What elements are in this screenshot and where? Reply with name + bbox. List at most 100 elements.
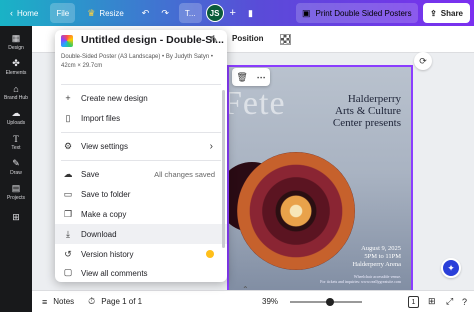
position-button[interactable]: Position <box>232 34 264 43</box>
add-collaborator-button[interactable]: + <box>224 3 242 23</box>
page-indicator[interactable]: Page 1 of 1 <box>101 297 142 306</box>
file-label: File <box>56 8 70 18</box>
plus-icon: + <box>229 7 236 19</box>
sidebar-item-label: Uploads <box>6 120 26 126</box>
page-count: 1 <box>411 298 416 306</box>
folder-icon: ▭ <box>63 188 73 199</box>
menu-item-label: Download <box>81 229 117 239</box>
apps-icon: ⊞ <box>12 212 20 222</box>
menu-item-make-a-copy[interactable]: ❐ Make a copy <box>55 204 227 224</box>
premium-crown-icon <box>206 250 214 258</box>
share-button[interactable]: ⇪ Share <box>423 3 470 23</box>
design-icon: ▦ <box>11 33 21 43</box>
design-title[interactable]: Untitled design - Double-Si... <box>81 34 224 46</box>
sidebar-item-uploads[interactable]: ☁ Uploads <box>0 105 32 130</box>
design-details: Double-Sided Poster (A3 Landscape) • By … <box>61 54 213 69</box>
import-file-icon: ▯ <box>65 112 71 123</box>
resize-label: Resize <box>99 8 124 18</box>
timer-icon[interactable]: ⏱ <box>88 296 95 307</box>
sidebar-item-label: Elements <box>5 70 27 76</box>
avatar-initials: JS <box>209 8 220 18</box>
menu-item-view-all-comments[interactable]: ▢ View all comments <box>55 264 227 278</box>
menu-item-save-to-folder[interactable]: ▭ Save to folder <box>55 184 227 204</box>
transparency-icon[interactable] <box>280 34 291 45</box>
undo-icon: ↶ <box>141 7 150 18</box>
sidebar-item-elements[interactable]: ✤ Elements <box>0 55 32 80</box>
zoom-percent[interactable]: 39% <box>262 297 278 306</box>
pencil-icon[interactable]: ✎ <box>210 35 218 46</box>
menu-item-label: View settings <box>81 141 128 151</box>
selection-frame <box>227 65 413 305</box>
menu-item-import-files[interactable]: ▯ Import files <box>55 108 227 128</box>
sidebar-item-apps[interactable]: ⊞ <box>0 205 32 230</box>
menu-item-label: Save <box>81 169 100 179</box>
sidebar-item-label: Projects <box>6 195 26 201</box>
menu-item-save[interactable]: ☁ Save All changes saved <box>55 164 227 184</box>
sidebar-item-label: Draw <box>10 170 22 176</box>
undo-button[interactable]: ↶ <box>136 3 156 23</box>
refresh-design-icon[interactable]: ⟳ <box>414 52 432 70</box>
home-label: Home <box>17 8 39 18</box>
avatar[interactable]: JS <box>205 4 224 22</box>
analytics-button[interactable]: ▮ <box>242 3 259 23</box>
menu-item-label: View all comments <box>81 269 148 278</box>
print-posters-button[interactable]: ▣ Print Double Sided Posters <box>296 3 418 23</box>
menu-scrollbar[interactable] <box>222 90 225 248</box>
notes-button[interactable]: Notes <box>53 297 74 306</box>
projects-icon: ▤ <box>11 183 21 193</box>
redo-button[interactable]: ↷ <box>155 3 175 23</box>
menu-item-version-history[interactable]: ↺ Version history <box>55 244 227 264</box>
zoom-slider[interactable] <box>290 298 362 306</box>
trash-icon[interactable]: 🗑 <box>236 72 247 83</box>
sidebar-item-text[interactable]: T Text <box>0 130 32 155</box>
home-button[interactable]: ‹ Home <box>4 3 44 23</box>
settings-icon: ⚙ <box>63 140 73 151</box>
menu-item-view-settings[interactable]: ⚙ View settings › <box>55 136 227 156</box>
menu-item-label: Version history <box>81 249 134 259</box>
element-toolbar: 🗑 ⋯ <box>232 68 270 86</box>
copy-icon: ❐ <box>63 208 73 219</box>
canva-logo-icon <box>61 35 73 47</box>
page-count-box[interactable]: 1 <box>408 296 419 308</box>
chevron-left-icon: ‹ <box>10 8 13 18</box>
text-tool-button[interactable]: T... <box>178 3 202 23</box>
help-icon[interactable]: ? <box>462 297 467 307</box>
left-sidebar: ▦ Design ✤ Elements ⌂ Brand Hub ☁ Upload… <box>0 26 32 312</box>
share-icon: ⇪ <box>430 8 437 18</box>
elements-icon: ✤ <box>12 58 20 68</box>
save-cloud-icon: ☁ <box>63 168 73 179</box>
version-history-icon: ↺ <box>64 248 72 259</box>
sidebar-item-design[interactable]: ▦ Design <box>0 30 32 55</box>
menu-item-create-new-design[interactable]: + Create new design <box>55 88 227 108</box>
text-icon: T <box>13 133 19 144</box>
grid-view-icon[interactable]: ⊞ <box>428 296 436 307</box>
file-menu: Untitled design - Double-Si... ✎ Double-… <box>55 30 227 282</box>
notes-icon: ≡ <box>42 296 48 307</box>
zoom-slider-handle[interactable] <box>326 298 334 306</box>
analytics-icon: ▮ <box>247 7 253 18</box>
menu-item-label: Import files <box>81 113 121 123</box>
menu-item-label: Create new design <box>81 93 148 103</box>
file-menu-button[interactable]: File <box>50 3 76 23</box>
sidebar-item-projects[interactable]: ▤ Projects <box>0 180 32 205</box>
redo-icon: ↷ <box>161 7 169 18</box>
resize-button[interactable]: ♛ Resize <box>81 3 130 23</box>
download-icon: ⤓ <box>66 228 70 239</box>
fullscreen-icon[interactable]: ⤢ <box>446 296 453 307</box>
menu-item-download[interactable]: ⤓ Download <box>55 224 227 244</box>
sidebar-item-draw[interactable]: ✎ Draw <box>0 155 32 180</box>
brand-hub-icon: ⌂ <box>13 83 19 94</box>
share-label: Share <box>440 8 463 18</box>
plus-icon: + <box>65 93 71 103</box>
file-menu-header: Untitled design - Double-Si... ✎ Double-… <box>55 30 227 84</box>
sidebar-item-brand-hub[interactable]: ⌂ Brand Hub <box>0 80 32 105</box>
more-options-icon[interactable]: ⋯ <box>257 72 266 83</box>
sidebar-item-label: Design <box>8 45 24 51</box>
menu-item-label: Make a copy <box>81 209 127 219</box>
save-status: All changes saved <box>154 169 215 179</box>
print-icon: ▣ <box>302 7 311 18</box>
magic-assistant-icon[interactable]: ✦ <box>441 258 461 278</box>
text-tool-label: T... <box>184 8 196 18</box>
bottom-bar: ≡ Notes ⏱ Page 1 of 1 39% 1 ⊞ ⤢ ? <box>32 290 474 312</box>
print-label: Print Double Sided Posters <box>315 8 412 18</box>
